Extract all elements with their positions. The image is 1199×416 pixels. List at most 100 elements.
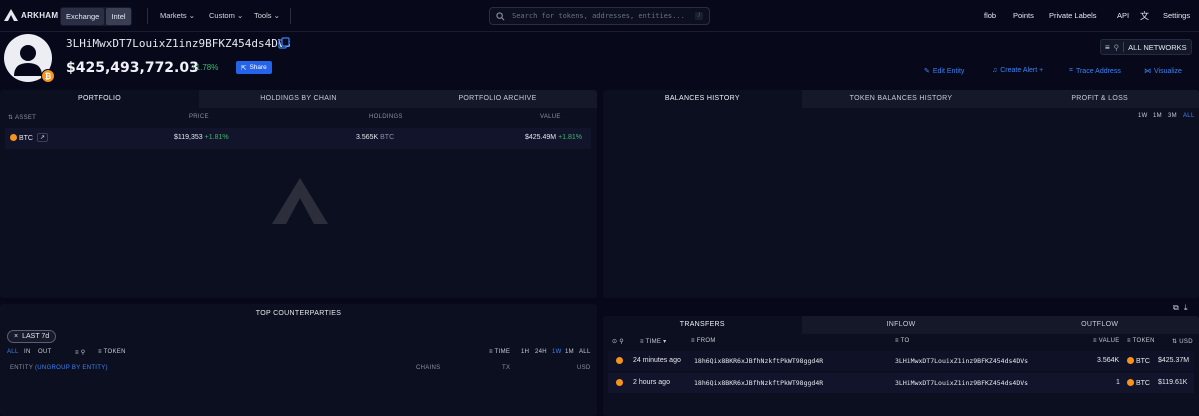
- menu-markets[interactable]: Markets ⌄: [160, 11, 195, 20]
- value-change: +1.81%: [558, 134, 583, 141]
- column-token[interactable]: ≡ TOKEN: [1127, 338, 1155, 344]
- tab-portfolio-archive[interactable]: PORTFOLIO ARCHIVE: [398, 90, 597, 108]
- chevron-down-icon: ⌄: [273, 11, 280, 20]
- filter-icons[interactable]: ⊙ ⚲: [612, 338, 624, 345]
- column-tx[interactable]: TX: [502, 365, 510, 371]
- menu-markets-label: Markets: [160, 11, 187, 20]
- column-asset[interactable]: ⇅ ASSET: [8, 114, 36, 121]
- tab-holdings-by-chain[interactable]: HOLDINGS BY CHAIN: [199, 90, 398, 108]
- column-value[interactable]: VALUE: [540, 114, 561, 120]
- tab-profit-loss[interactable]: PROFIT & LOSS: [1000, 90, 1199, 108]
- search-shortcut: /: [695, 12, 703, 20]
- tab-portfolio[interactable]: PORTFOLIO: [0, 90, 199, 108]
- link-icon: ⚲: [1113, 42, 1120, 52]
- column-time-label: TIME: [645, 339, 662, 345]
- transfers-tabs: TRANSFERS INFLOW OUTFLOW: [603, 316, 1199, 334]
- token-symbol: BTC: [1135, 358, 1150, 365]
- column-from[interactable]: ≡ FROM: [691, 338, 716, 344]
- column-holdings[interactable]: HOLDINGS: [369, 114, 403, 120]
- create-alert-button[interactable]: ♫ Create Alert +: [992, 67, 1043, 74]
- flow-all[interactable]: ALL: [7, 349, 19, 355]
- column-usd[interactable]: USD: [577, 365, 591, 371]
- tab-transfers[interactable]: TRANSFERS: [603, 316, 802, 334]
- edit-entity-button[interactable]: ✎ Edit Entity: [924, 67, 964, 76]
- column-chains[interactable]: CHAINS: [416, 365, 440, 371]
- network-filter[interactable]: ≡ ⚲ ALL NETWORKS: [1100, 39, 1192, 55]
- copy-icon[interactable]: [278, 37, 290, 49]
- mode-exchange[interactable]: Exchange: [61, 8, 105, 25]
- trace-address-button[interactable]: ⌗ Trace Address: [1069, 67, 1121, 75]
- transfer-to[interactable]: 3LHiMwxDT7LouixZ1inz9BFKZ454ds4DVs: [895, 357, 1028, 365]
- flow-in[interactable]: IN: [24, 349, 31, 355]
- range-1m[interactable]: 1M: [1153, 113, 1162, 119]
- portfolio-panel: PORTFOLIO HOLDINGS BY CHAIN PORTFOLIO AR…: [0, 90, 597, 298]
- nav-api[interactable]: API: [1117, 11, 1129, 20]
- token-filter[interactable]: ≡ TOKEN: [98, 349, 126, 355]
- arkham-logo-icon: [4, 9, 18, 21]
- visualize-button[interactable]: ⋈ Visualize: [1144, 67, 1182, 76]
- arkham-logo[interactable]: ARKHAM: [4, 9, 58, 21]
- menu-custom[interactable]: Custom ⌄: [209, 11, 243, 20]
- column-token-label: TOKEN: [1132, 338, 1155, 344]
- trace-icon: ⌗: [1069, 67, 1073, 74]
- transfer-from[interactable]: 18h6Qix8BKR6xJBfhNzkftPkWT98ggd4R: [694, 357, 823, 365]
- time-filter-chip[interactable]: × LAST 7d: [7, 330, 57, 343]
- column-price[interactable]: PRICE: [189, 114, 209, 120]
- token-symbol: BTC: [1135, 380, 1150, 387]
- flow-out[interactable]: OUT: [38, 349, 52, 355]
- time-filter-label: TIME: [494, 349, 511, 355]
- network-divider: [1123, 42, 1125, 52]
- range-all[interactable]: ALL: [579, 349, 591, 355]
- ungroup-button[interactable]: (UNGROUP BY ENTITY): [35, 365, 108, 371]
- range-24h[interactable]: 24H: [535, 349, 547, 355]
- transfer-time[interactable]: 2 hours ago: [633, 379, 670, 386]
- nav-settings[interactable]: Settings: [1163, 11, 1190, 20]
- transfer-time[interactable]: 24 minutes ago: [633, 357, 681, 364]
- user-menu[interactable]: flob: [984, 11, 996, 20]
- range-1m[interactable]: 1M: [565, 349, 574, 355]
- arkham-watermark-icon: [272, 178, 328, 224]
- menu-tools[interactable]: Tools ⌄: [254, 11, 280, 20]
- column-entity[interactable]: ENTITY: [10, 365, 33, 371]
- search-input[interactable]: [512, 12, 687, 20]
- range-3m[interactable]: 3M: [1168, 113, 1177, 119]
- menu-custom-label: Custom: [209, 11, 235, 20]
- close-icon[interactable]: ×: [14, 333, 18, 340]
- tab-outflow[interactable]: OUTFLOW: [1000, 316, 1199, 334]
- table-row[interactable]: [5, 128, 591, 149]
- copy-icon[interactable]: ⧉: [1173, 303, 1179, 313]
- time-filter[interactable]: ≡ TIME: [489, 349, 510, 355]
- share-button[interactable]: ⇱ Share: [236, 61, 272, 74]
- range-all[interactable]: ALL: [1183, 113, 1195, 119]
- mode-intel[interactable]: Intel: [106, 8, 131, 25]
- column-to[interactable]: ≡ TO: [895, 338, 910, 344]
- column-asset-label: ASSET: [14, 115, 37, 121]
- asset-cell: BTC: [10, 134, 33, 142]
- transfer-value: 1: [1116, 379, 1120, 386]
- networks-label: ALL NETWORKS: [1128, 42, 1187, 52]
- transfer-usd: $425.37M: [1158, 357, 1190, 364]
- sort-down-icon: ▾: [661, 339, 667, 345]
- bitcoin-icon: [10, 134, 17, 141]
- range-1w[interactable]: 1W: [552, 349, 562, 355]
- chart-mini-icon[interactable]: ↗: [37, 133, 49, 142]
- translate-icon[interactable]: 文: [1140, 9, 1149, 22]
- value-cell: $425.49M +1.81%: [525, 134, 582, 141]
- nav-private-labels[interactable]: Private Labels: [1049, 11, 1097, 20]
- tab-inflow[interactable]: INFLOW: [801, 316, 1001, 334]
- total-balance: $425,493,772.03: [66, 60, 199, 76]
- filter-icon[interactable]: ≡ ⚲: [75, 349, 85, 356]
- column-usd[interactable]: ⇅ USD: [1172, 338, 1193, 345]
- column-value[interactable]: ≡ VALUE: [1093, 338, 1120, 344]
- transfer-to[interactable]: 3LHiMwxDT7LouixZ1inz9BFKZ454ds4DVs: [895, 379, 1028, 387]
- nav-points[interactable]: Points: [1013, 11, 1034, 20]
- range-1w[interactable]: 1W: [1138, 113, 1148, 119]
- column-value-label: VALUE: [1098, 338, 1120, 344]
- column-time[interactable]: ≡ TIME ▾: [640, 338, 667, 345]
- tab-token-balances-history[interactable]: TOKEN BALANCES HISTORY: [801, 90, 1001, 108]
- transfer-from[interactable]: 18h6Qix8BKR6xJBfhNzkftPkWT98ggd4R: [694, 379, 823, 387]
- download-icon[interactable]: ⤓: [1184, 303, 1188, 313]
- counterparties-title: TOP COUNTERPARTIES: [255, 310, 342, 317]
- range-1h[interactable]: 1H: [521, 349, 529, 355]
- tab-balances-history[interactable]: BALANCES HISTORY: [603, 90, 802, 108]
